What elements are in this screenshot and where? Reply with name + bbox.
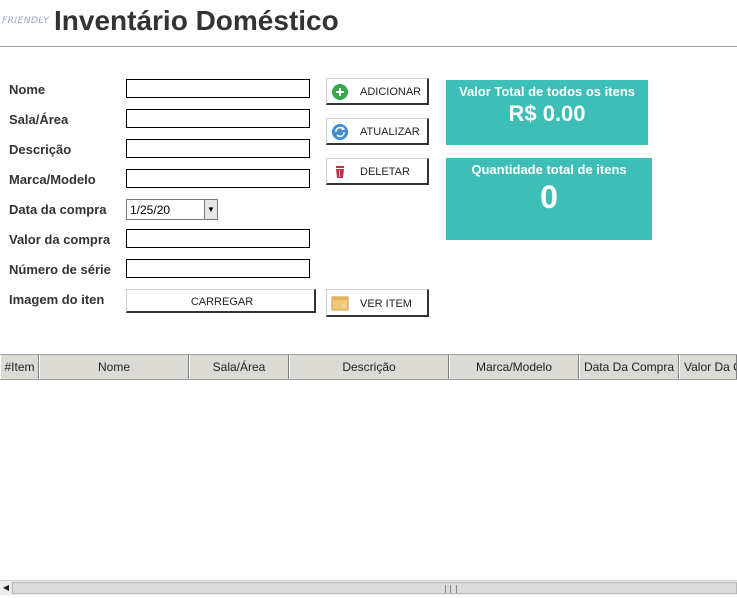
- total-qty-label: Quantidade total de itens: [471, 162, 627, 177]
- column-header-valor[interactable]: Valor Da Compra: [679, 355, 737, 379]
- delete-button[interactable]: DELETAR: [326, 158, 429, 185]
- label-valor: Valor da compra: [9, 232, 111, 247]
- grip-icon: [445, 585, 457, 593]
- label-serie: Número de série: [9, 262, 111, 277]
- valor-input[interactable]: [126, 229, 310, 248]
- trash-icon: [332, 164, 348, 180]
- plus-circle-icon: [332, 84, 348, 100]
- upload-button[interactable]: CARREGAR: [126, 289, 316, 313]
- data-compra-value: 1/25/20: [130, 203, 171, 217]
- sala-input[interactable]: [126, 109, 310, 128]
- add-button[interactable]: ADICIONAR: [326, 78, 429, 105]
- label-nome: Nome: [9, 82, 46, 97]
- column-header-data[interactable]: Data Da Compra: [579, 355, 679, 379]
- add-button-label: ADICIONAR: [360, 86, 422, 98]
- box-icon: [331, 294, 349, 312]
- column-header-sala[interactable]: Sala/Área: [189, 355, 289, 379]
- total-qty: 0: [540, 179, 558, 215]
- items-table-header: #Item Nome Sala/Área Descrição Marca/Mod…: [0, 354, 737, 380]
- column-header-marca[interactable]: Marca/Modelo: [449, 355, 579, 379]
- upload-button-label: CARREGAR: [190, 296, 254, 308]
- column-header-descricao[interactable]: Descrição: [289, 355, 449, 379]
- update-button-label: ATUALIZAR: [360, 126, 420, 138]
- total-value: R$ 0.00: [508, 101, 586, 126]
- marca-input[interactable]: [126, 169, 310, 188]
- page-title: Inventário Doméstico: [54, 5, 339, 36]
- view-item-button-label: VER ITEM: [360, 298, 412, 310]
- chevron-down-icon[interactable]: ▼: [204, 200, 217, 219]
- delete-button-label: DELETAR: [360, 166, 410, 178]
- refresh-icon: [332, 124, 348, 140]
- label-sala: Sala/Área: [9, 112, 69, 127]
- data-compra-picker[interactable]: 1/25/20 ▼: [126, 199, 218, 220]
- scroll-left-icon[interactable]: ◀: [0, 581, 12, 595]
- label-descricao: Descrição: [9, 142, 72, 157]
- total-value-label: Valor Total de todos os itens: [458, 84, 635, 99]
- total-qty-card: Quantidade total de itens 0: [446, 158, 652, 240]
- serie-input[interactable]: [126, 259, 310, 278]
- column-header-nome[interactable]: Nome: [39, 355, 189, 379]
- descricao-input[interactable]: [126, 139, 310, 158]
- app-logo: FRIENDLY: [2, 16, 50, 26]
- total-value-card: Valor Total de todos os itens R$ 0.00: [446, 80, 648, 145]
- horizontal-scrollbar[interactable]: ◀: [0, 580, 737, 595]
- header-divider: [0, 46, 737, 47]
- label-marca: Marca/Modelo: [9, 172, 96, 187]
- update-button[interactable]: ATUALIZAR: [326, 118, 429, 145]
- label-data: Data da compra: [9, 202, 107, 217]
- label-imagem: Imagem do iten: [9, 292, 105, 307]
- scrollbar-thumb[interactable]: [12, 582, 737, 594]
- column-header-item[interactable]: #Item: [0, 355, 39, 379]
- view-item-button[interactable]: VER ITEM: [326, 289, 429, 317]
- nome-input[interactable]: [126, 79, 310, 98]
